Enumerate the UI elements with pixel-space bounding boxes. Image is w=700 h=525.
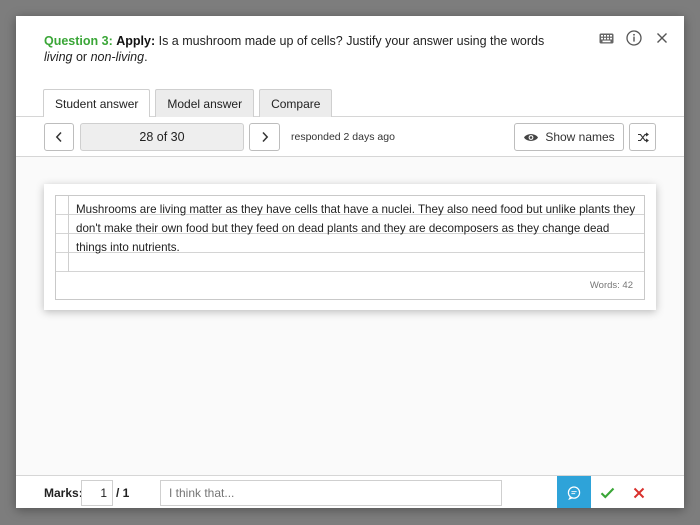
- comment-button[interactable]: [557, 476, 591, 508]
- student-answer-text: Mushrooms are living matter as they have…: [76, 203, 636, 254]
- question-keyword-non-living: non-living: [90, 50, 145, 64]
- student-answer-card: Mushrooms are living matter as they have…: [44, 184, 656, 310]
- question-number: Question 3:: [44, 34, 113, 48]
- responded-time: responded 2 days ago: [291, 131, 395, 143]
- answer-tabs: Student answer Model answer Compare: [43, 89, 333, 118]
- mark-incorrect-button[interactable]: [623, 476, 655, 508]
- eye-icon: [524, 133, 539, 141]
- previous-button[interactable]: [44, 123, 74, 151]
- modal-header: Question 3: Apply: Is a mushroom made up…: [16, 16, 684, 118]
- question-body: Is a mushroom made up of cells? Justify …: [155, 34, 545, 48]
- shuffle-icon: [637, 132, 649, 142]
- cross-icon: [633, 487, 645, 498]
- question-end: .: [144, 50, 148, 64]
- show-names-label: Show names: [545, 130, 615, 144]
- margin-line: [68, 196, 69, 272]
- comment-icon: [567, 485, 581, 500]
- marks-total: / 1: [116, 486, 130, 500]
- keyboard-icon[interactable]: [598, 30, 614, 46]
- close-icon[interactable]: [654, 30, 670, 46]
- marks-label: Marks:: [44, 486, 83, 500]
- question-review-modal: Question 3: Apply: Is a mushroom made up…: [16, 16, 684, 508]
- word-count: Words: 42: [589, 280, 633, 291]
- question-type: Apply:: [116, 34, 156, 48]
- marking-footer: Marks: 1 / 1: [16, 475, 684, 508]
- question-text: Question 3: Apply: Is a mushroom made up…: [44, 33, 574, 65]
- response-counter: 28 of 30: [80, 123, 244, 151]
- tab-compare[interactable]: Compare: [259, 89, 333, 118]
- feedback-input[interactable]: [160, 480, 502, 506]
- shuffle-button[interactable]: [629, 123, 656, 151]
- chevron-right-icon: [261, 131, 268, 143]
- show-names-button[interactable]: Show names: [514, 123, 624, 151]
- next-button[interactable]: [249, 123, 280, 151]
- marks-input[interactable]: 1: [81, 480, 113, 506]
- tab-model-answer[interactable]: Model answer: [155, 89, 255, 118]
- check-icon: [600, 487, 614, 498]
- mark-correct-button[interactable]: [591, 476, 623, 508]
- info-icon[interactable]: [626, 30, 642, 46]
- tab-student-answer[interactable]: Student answer: [43, 89, 151, 118]
- question-connector: or: [72, 50, 91, 64]
- navigation-toolbar: 28 of 30 responded 2 days ago Show names: [16, 117, 684, 157]
- answer-box: Mushrooms are living matter as they have…: [55, 195, 645, 300]
- question-keyword-living: living: [44, 50, 73, 64]
- header-icons: [598, 30, 670, 46]
- chevron-left-icon: [55, 131, 62, 143]
